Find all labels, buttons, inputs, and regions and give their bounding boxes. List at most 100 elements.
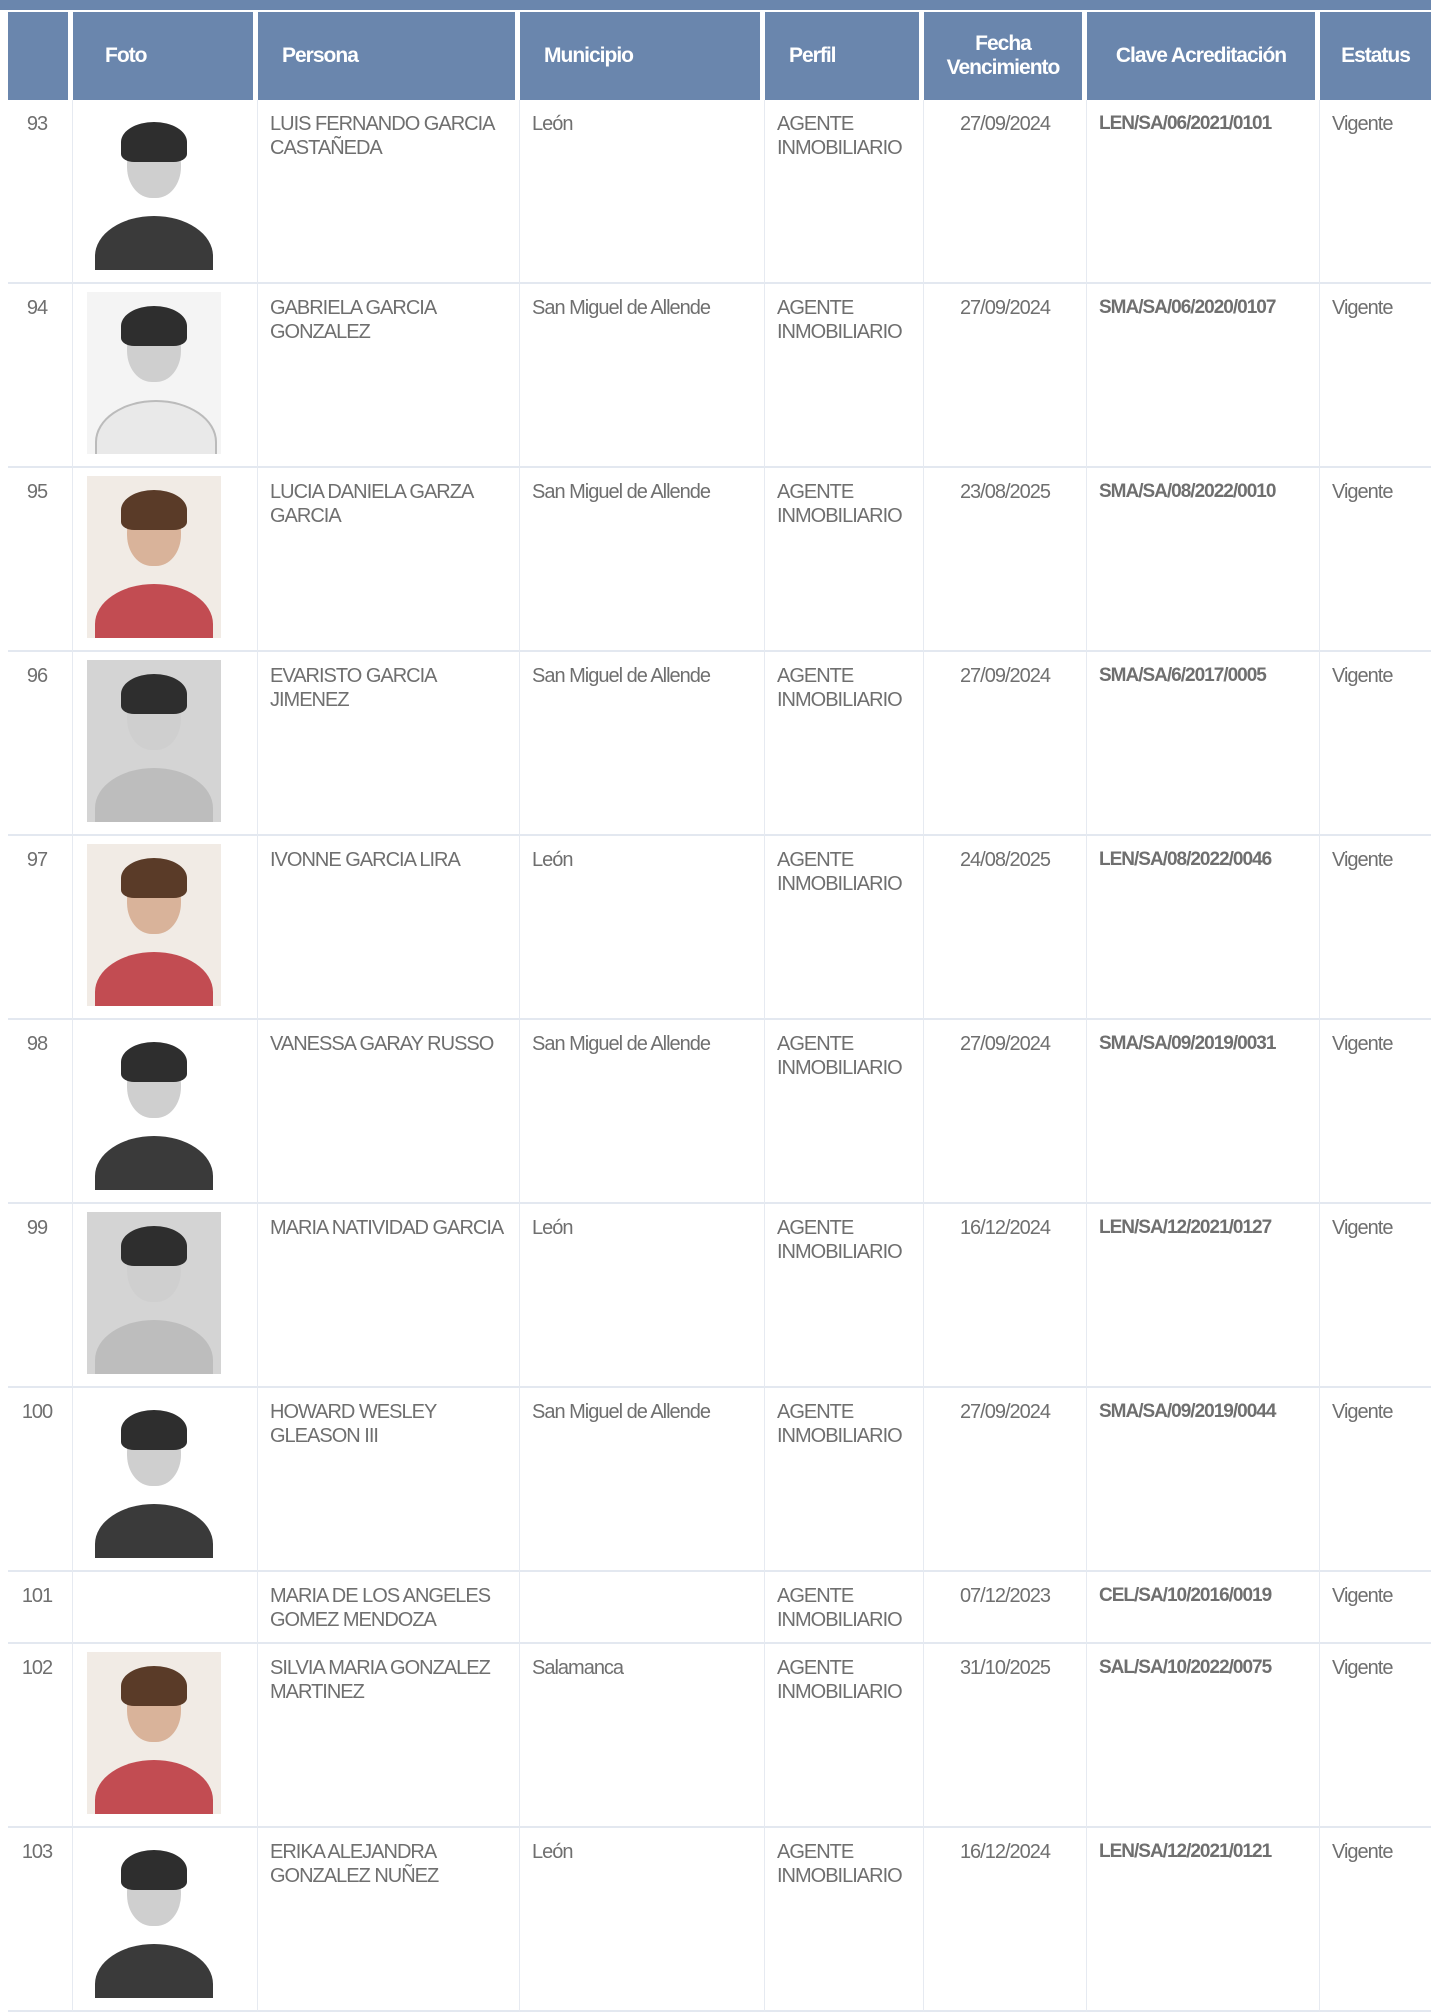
persona-cell: GABRIELA GARCIA GONZALEZ (258, 284, 520, 468)
perfil-cell: AGENTE INMOBILIARIO (765, 468, 924, 652)
photo-hair (121, 1850, 187, 1890)
perfil-cell: AGENTE INMOBILIARIO (765, 284, 924, 468)
estatus-cell: Vigente (1320, 100, 1431, 284)
perfil-cell: AGENTE INMOBILIARIO (765, 1388, 924, 1572)
photo-cell (73, 652, 258, 836)
photo-cell (73, 1572, 258, 1644)
photo-body (95, 400, 217, 454)
fecha-vencimiento-cell: 27/09/2024 (924, 1020, 1087, 1204)
photo-cell (73, 1204, 258, 1388)
municipio-cell: San Miguel de Allende (520, 468, 765, 652)
table-row: 98 VANESSA GARAY RUSSO San Miguel de All… (8, 1020, 1431, 1204)
person-photo (87, 292, 221, 454)
fecha-vencimiento-cell: 31/10/2025 (924, 1644, 1087, 1828)
municipio-cell: San Miguel de Allende (520, 1388, 765, 1572)
photo-cell (73, 284, 258, 468)
municipio-cell: León (520, 836, 765, 1020)
fecha-vencimiento-cell: 16/12/2024 (924, 1828, 1087, 2012)
top-band (0, 0, 1431, 10)
clave-acreditacion-cell: CEL/SA/10/2016/0019 (1087, 1572, 1320, 1644)
table-row: 95 LUCIA DANIELA GARZA GARCIA San Miguel… (8, 468, 1431, 652)
photo-hair (121, 1226, 187, 1266)
fecha-vencimiento-cell: 27/09/2024 (924, 652, 1087, 836)
photo-body (95, 1760, 213, 1814)
photo-body (95, 952, 213, 1006)
estatus-cell: Vigente (1320, 1204, 1431, 1388)
table-row: 97 IVONNE GARCIA LIRA León AGENTE INMOBI… (8, 836, 1431, 1020)
col-header-persona[interactable]: Persona (258, 10, 520, 100)
table-row: 93 LUIS FERNANDO GARCIA CASTAÑEDA León A… (8, 100, 1431, 284)
municipio-cell (520, 1572, 765, 1644)
fecha-vencimiento-cell: 27/09/2024 (924, 284, 1087, 468)
person-photo (87, 844, 221, 1006)
person-photo (87, 1836, 221, 1998)
estatus-cell: Vigente (1320, 1644, 1431, 1828)
photo-hair (121, 1410, 187, 1450)
person-photo (87, 476, 221, 638)
photo-body (95, 768, 213, 822)
fecha-vencimiento-cell: 27/09/2024 (924, 1388, 1087, 1572)
persona-cell: VANESSA GARAY RUSSO (258, 1020, 520, 1204)
photo-cell (73, 1644, 258, 1828)
persona-cell: EVARISTO GARCIA JIMENEZ (258, 652, 520, 836)
col-header-perfil[interactable]: Perfil (765, 10, 924, 100)
photo-hair (121, 674, 187, 714)
estatus-cell: Vigente (1320, 1828, 1431, 2012)
municipio-cell: Salamanca (520, 1644, 765, 1828)
municipio-cell: León (520, 1204, 765, 1388)
col-header-foto[interactable]: Foto (73, 10, 258, 100)
persona-cell: LUIS FERNANDO GARCIA CASTAÑEDA (258, 100, 520, 284)
row-number: 101 (8, 1572, 73, 1644)
photo-hair (121, 490, 187, 530)
table-row: 94 GABRIELA GARCIA GONZALEZ San Miguel d… (8, 284, 1431, 468)
table-body: 93 LUIS FERNANDO GARCIA CASTAÑEDA León A… (8, 100, 1431, 2012)
photo-body (95, 584, 213, 638)
person-photo (87, 1212, 221, 1374)
photo-cell (73, 1020, 258, 1204)
row-number: 96 (8, 652, 73, 836)
estatus-cell: Vigente (1320, 652, 1431, 836)
row-number: 102 (8, 1644, 73, 1828)
fecha-vencimiento-cell: 16/12/2024 (924, 1204, 1087, 1388)
table-row: 103 ERIKA ALEJANDRA GONZALEZ NUÑEZ León … (8, 1828, 1431, 2012)
perfil-cell: AGENTE INMOBILIARIO (765, 1644, 924, 1828)
clave-acreditacion-cell: SMA/SA/09/2019/0031 (1087, 1020, 1320, 1204)
persona-cell: ERIKA ALEJANDRA GONZALEZ NUÑEZ (258, 1828, 520, 2012)
photo-body (95, 1944, 213, 1998)
table-row: 99 MARIA NATIVIDAD GARCIA León AGENTE IN… (8, 1204, 1431, 1388)
row-number: 97 (8, 836, 73, 1020)
col-header-municipio[interactable]: Municipio (520, 10, 765, 100)
estatus-cell: Vigente (1320, 468, 1431, 652)
photo-cell (73, 1388, 258, 1572)
photo-hair (121, 1042, 187, 1082)
perfil-cell: AGENTE INMOBILIARIO (765, 1020, 924, 1204)
estatus-cell: Vigente (1320, 284, 1431, 468)
photo-body (95, 1504, 213, 1558)
col-header-fecha[interactable]: Fecha Vencimiento (924, 10, 1087, 100)
perfil-cell: AGENTE INMOBILIARIO (765, 1572, 924, 1644)
persona-cell: MARIA DE LOS ANGELES GOMEZ MENDOZA (258, 1572, 520, 1644)
table-header: Foto Persona Municipio Perfil Fecha Venc… (8, 10, 1431, 100)
clave-acreditacion-cell: LEN/SA/12/2021/0121 (1087, 1828, 1320, 2012)
municipio-cell: León (520, 1828, 765, 2012)
fecha-vencimiento-cell: 23/08/2025 (924, 468, 1087, 652)
person-photo (87, 1652, 221, 1814)
table-row: 100 HOWARD WESLEY GLEASON III San Miguel… (8, 1388, 1431, 1572)
fecha-vencimiento-cell: 07/12/2023 (924, 1572, 1087, 1644)
col-header-clave[interactable]: Clave Acreditación (1087, 10, 1320, 100)
photo-hair (121, 858, 187, 898)
clave-acreditacion-cell: LEN/SA/06/2021/0101 (1087, 100, 1320, 284)
row-number: 103 (8, 1828, 73, 2012)
row-number: 98 (8, 1020, 73, 1204)
estatus-cell: Vigente (1320, 1572, 1431, 1644)
photo-hair (121, 306, 187, 346)
estatus-cell: Vigente (1320, 1388, 1431, 1572)
estatus-cell: Vigente (1320, 1020, 1431, 1204)
col-header-estatus[interactable]: Estatus (1320, 10, 1431, 100)
municipio-cell: León (520, 100, 765, 284)
clave-acreditacion-cell: SMA/SA/06/2020/0107 (1087, 284, 1320, 468)
persona-cell: IVONNE GARCIA LIRA (258, 836, 520, 1020)
perfil-cell: AGENTE INMOBILIARIO (765, 836, 924, 1020)
row-number: 95 (8, 468, 73, 652)
table-row: 96 EVARISTO GARCIA JIMENEZ San Miguel de… (8, 652, 1431, 836)
